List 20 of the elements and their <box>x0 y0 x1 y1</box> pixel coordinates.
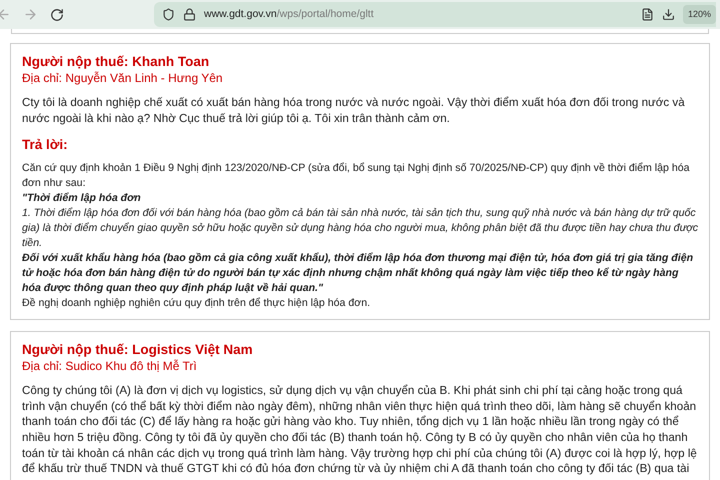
taxpayer-address: Địa chỉ: Nguyễn Văn Linh - Hưng Yên <box>22 71 224 86</box>
zoom-level[interactable]: 120% <box>682 4 716 24</box>
download-icon[interactable] <box>662 8 675 21</box>
taxpayer-name: Người nộp thuế: Khanh Toan <box>22 53 210 71</box>
url-text[interactable]: www.gdt.gov.vn/wps/portal/home/gltt <box>204 6 374 22</box>
question-text: Cty tôi là doanh nghiệp chế xuất có xuất bán hàng hóa trong nước và nước ngoài. Vậy thời điểm xuất hóa đơn đối trong nước và nước ngoài là khi nào ạ? Nhờ Cục thuế trả lời giúp tôi ạ. Tôi xin trân thành cảm ơn. <box>22 95 686 126</box>
shield-icon[interactable] <box>162 8 175 21</box>
question-text: Công ty chúng tôi (A) là đơn vị dịch vụ logistics, sử dụng dịch vụ vận chuyển của B. Khi phát sinh chi phí tại cảng hoặc trong quá trình vận chuyển (có thể bất kỳ thời điểm nào ngày đêm), những nhân viên thực hiện quá trình theo dõi, làm hàng sẽ chuyển khoản thanh toán cho đối tác (C) để lấy hàng ra hoặc gửi hàng vào kho. Tuy nhiên, tổng dịch vụ 1 lần hoặc nhiều lần trong ngày có thể nhiều hơn 5 triệu đồng. Công ty tôi đã ủy quyền cho đối tác (B) thanh toán hộ. Công ty B có ủy quyền cho nhân viên của họ thanh toán từ tài khoản cá nhân các dịch vụ trong quá trình làm hàng. Vậy trường hợp chi phí của chúng tôi (A) được coi là hợp lý, hợp lệ để khấu trừ thuế TNDN và thuế GTGT khi có đủ hóa đơn chứng từ và ủy nhiệm chi A đã thanh toán cho công ty đối tác (B) qua tài <box>22 383 698 477</box>
answer-text: Căn cứ quy định khoản 1 Điều 9 Nghị định 123/2020/NĐ-CP (sửa đổi, bổ sung tại Nghị định số 70/2025/NĐ-CP) quy định về thời điểm lập hóa đơn như sau: <box>22 161 691 192</box>
answer-text: 1. Thời điểm lập hóa đơn đối với bán hàng hóa (bao gồm cả bán tài sản nhà nước, tài sản tịch thu, sung quỹ nhà nước và bán hàng dự trữ quốc gia) là thời điểm chuyển giao quyền sở hữu hoặc quyền sử dụng hàng hóa cho người mua, không phân biệt đã thu được tiền hay chưa thu được tiền. <box>22 206 698 252</box>
answer-text: "Thời điểm lập hóa đơn <box>22 191 142 206</box>
address-bar[interactable]: www.gdt.gov.vn/wps/portal/home/gltt 120% <box>154 2 716 27</box>
answer-heading: Trả lời: <box>22 136 69 154</box>
taxpayer-name: Người nộp thuế: Logistics Việt Nam <box>22 341 254 360</box>
reader-view-icon[interactable] <box>640 8 654 21</box>
lock-icon[interactable] <box>183 8 196 21</box>
answer-text: Đối với xuất khẩu hàng hóa (bao gồm cả gia công xuất khẩu), thời điểm lập hóa đơn thương mại điện tử, hóa đơn giá trị gia tăng điện tử hoặc hóa đơn bán hàng điện tử do người bán tự xác định nhưng chậm nhất không quá ngày làm việc tiếp theo kể từ ngày hàng hóa được thông quan theo quy định pháp luật về hải quan." <box>22 251 694 296</box>
reload-icon[interactable] <box>50 8 64 22</box>
taxpayer-address: Địa chỉ: Sudico Khu đô thị Mễ Trì <box>22 359 198 374</box>
answer-text: Đề nghị doanh nghiệp nghiên cứu quy định trên để thực hiện lập hóa đơn. <box>22 296 372 312</box>
